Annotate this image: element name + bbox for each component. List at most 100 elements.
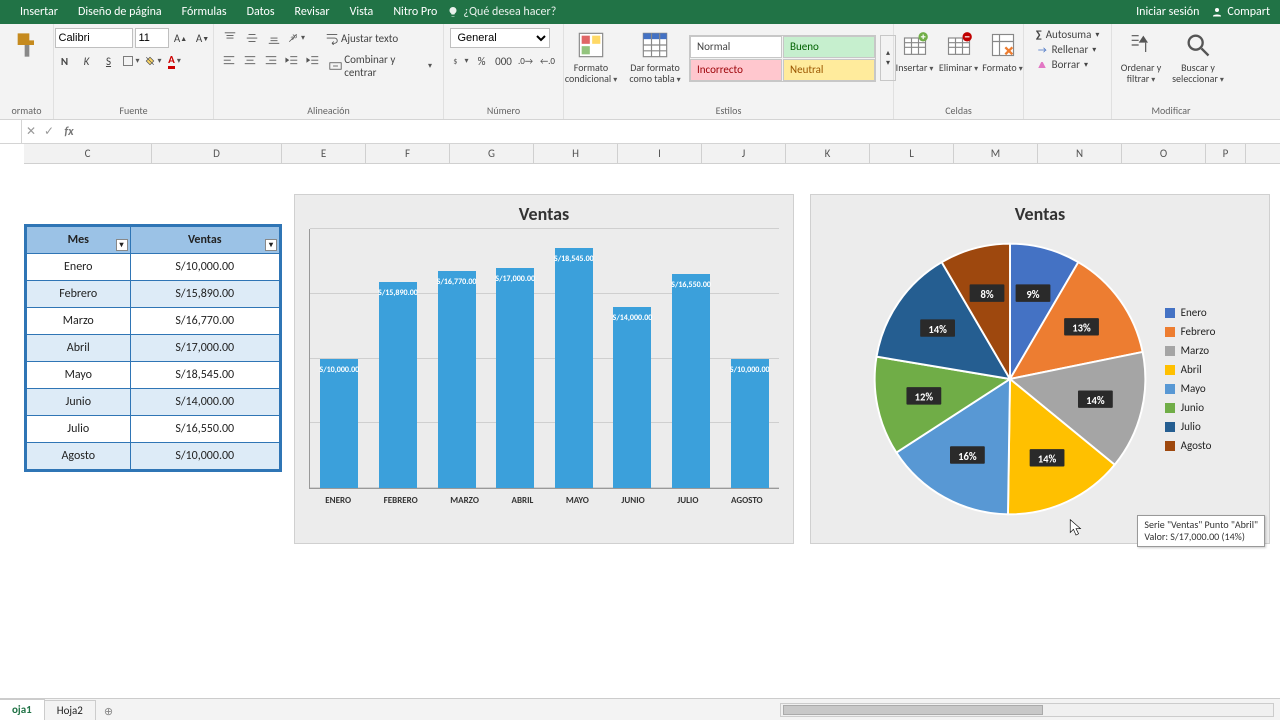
legend-item[interactable]: Julio [1165, 420, 1216, 433]
column-header[interactable]: D [152, 144, 282, 163]
legend-item[interactable]: Junio [1165, 401, 1216, 414]
menu-tab[interactable]: Fórmulas [172, 5, 237, 19]
sort-filter[interactable]: Ordenar y filtrar [1116, 28, 1166, 88]
indent-dec[interactable] [283, 51, 302, 71]
menu-tab[interactable]: Revisar [285, 5, 340, 19]
column-header[interactable]: C [24, 144, 152, 163]
inc-decimal[interactable]: .0→ [516, 51, 536, 71]
add-sheet[interactable]: ⊕ [96, 703, 121, 720]
bar-chart[interactable]: Ventas S/10,000.00S/15,890.00S/16,770.00… [294, 194, 794, 544]
column-header[interactable]: O [1122, 144, 1206, 163]
shrink-font[interactable]: A▼ [193, 28, 213, 48]
menu-tab[interactable]: Diseño de página [68, 5, 172, 19]
align-center[interactable] [241, 51, 260, 71]
column-header[interactable]: G [450, 144, 534, 163]
column-header[interactable]: E [282, 144, 366, 163]
share-button[interactable]: Compart [1211, 5, 1270, 19]
cond-format[interactable]: Formato condicional [561, 28, 621, 88]
cancel-icon[interactable]: ✕ [22, 124, 40, 139]
clear[interactable]: Borrar▾ [1036, 58, 1100, 71]
fx-icon[interactable]: fx [58, 125, 80, 139]
filter-icon[interactable]: ▾ [265, 239, 277, 251]
column-header[interactable]: J [702, 144, 786, 163]
legend-item[interactable]: Marzo [1165, 344, 1216, 357]
autosum[interactable]: ∑Autosuma▾ [1036, 28, 1100, 41]
check-icon[interactable]: ✓ [40, 124, 58, 139]
currency[interactable]: $ [450, 51, 470, 71]
bar[interactable]: S/14,000.00 [613, 307, 651, 488]
formula-input[interactable] [80, 120, 1280, 143]
indent-inc[interactable] [303, 51, 322, 71]
filter-icon[interactable]: ▾ [116, 239, 128, 251]
menu-tab[interactable]: Datos [237, 5, 285, 19]
font-size[interactable] [135, 28, 169, 48]
grow-font[interactable]: A▲ [171, 28, 191, 48]
table-row[interactable]: FebreroS/15,890.00 [27, 281, 280, 308]
sign-in[interactable]: Iniciar sesión [1136, 5, 1199, 19]
bar[interactable]: S/16,770.00 [438, 271, 476, 488]
underline-button[interactable]: S [99, 51, 119, 71]
align-bottom[interactable] [264, 28, 284, 48]
delete-cells[interactable]: Eliminar [939, 28, 979, 77]
bold-button[interactable]: N [55, 51, 75, 71]
col-header[interactable]: Mes▾ [27, 227, 131, 254]
menu-tab[interactable]: Insertar [10, 5, 68, 19]
legend-item[interactable]: Enero [1165, 306, 1216, 319]
column-header[interactable]: H [534, 144, 618, 163]
number-format[interactable]: General [450, 28, 550, 48]
tell-me[interactable]: ¿Qué desea hacer? [447, 5, 556, 19]
percent[interactable]: % [472, 51, 492, 71]
bar[interactable]: S/16,550.00 [672, 274, 710, 488]
find-select[interactable]: Buscar y seleccionar [1170, 28, 1226, 88]
table-row[interactable]: MarzoS/16,770.00 [27, 308, 280, 335]
merge-center[interactable]: Combinar y centrar [324, 51, 437, 81]
column-header[interactable]: K [786, 144, 870, 163]
format-painter[interactable] [0, 28, 57, 62]
italic-button[interactable]: K [77, 51, 97, 71]
bar[interactable]: S/10,000.00 [731, 359, 769, 489]
border-button[interactable] [121, 51, 141, 71]
comma[interactable]: 000 [494, 51, 514, 71]
table-row[interactable]: EneroS/10,000.00 [27, 254, 280, 281]
table-row[interactable]: AbrilS/17,000.00 [27, 335, 280, 362]
table-row[interactable]: JulioS/16,550.00 [27, 416, 280, 443]
table-row[interactable]: MayoS/18,545.00 [27, 362, 280, 389]
dec-decimal[interactable]: ←.0 [538, 51, 558, 71]
legend-item[interactable]: Mayo [1165, 382, 1216, 395]
bar[interactable]: S/17,000.00 [496, 268, 534, 488]
table-row[interactable]: JunioS/14,000.00 [27, 389, 280, 416]
column-header[interactable]: I [618, 144, 702, 163]
insert-cells[interactable]: Insertar [895, 28, 935, 77]
hscrollbar[interactable] [780, 703, 1274, 717]
legend-item[interactable]: Agosto [1165, 439, 1216, 452]
table-row[interactable]: AgostoS/10,000.00 [27, 443, 280, 470]
wrap-text[interactable]: Ajustar texto [320, 28, 403, 48]
format-table[interactable]: Dar formato como tabla [625, 28, 685, 88]
fill[interactable]: Rellenar▾ [1036, 43, 1100, 56]
menu-tab[interactable]: Nitro Pro [383, 5, 447, 19]
orientation[interactable]: ab [286, 28, 306, 48]
column-header[interactable]: N [1038, 144, 1122, 163]
legend-item[interactable]: Febrero [1165, 325, 1216, 338]
column-header[interactable]: M [954, 144, 1038, 163]
font-color[interactable]: A [165, 51, 185, 71]
worksheet[interactable]: CDEFGHIJKLMNOP Mes▾ Ventas▾ EneroS/10,00… [0, 144, 1280, 668]
menu-tab[interactable]: Vista [340, 5, 384, 19]
fill-color[interactable] [143, 51, 163, 71]
bar[interactable]: S/10,000.00 [320, 359, 358, 489]
align-right[interactable] [262, 51, 281, 71]
column-header[interactable]: P [1206, 144, 1246, 163]
sheet-tab[interactable]: oja1 [0, 699, 45, 720]
cell-styles[interactable]: Normal Bueno Incorrecto Neutral [689, 35, 876, 82]
pie-chart[interactable]: Ventas 9%13%14%14%16%12%14%8% EneroFebre… [810, 194, 1270, 544]
font-name[interactable] [55, 28, 133, 48]
align-top[interactable] [220, 28, 240, 48]
column-header[interactable]: F [366, 144, 450, 163]
col-header[interactable]: Ventas▾ [130, 227, 279, 254]
sheet-tab[interactable]: Hoja2 [44, 700, 96, 720]
format-cells[interactable]: Formato [983, 28, 1023, 77]
align-left[interactable] [220, 51, 239, 71]
bar[interactable]: S/15,890.00 [379, 282, 417, 488]
legend-item[interactable]: Abril [1165, 363, 1216, 376]
column-header[interactable]: L [870, 144, 954, 163]
